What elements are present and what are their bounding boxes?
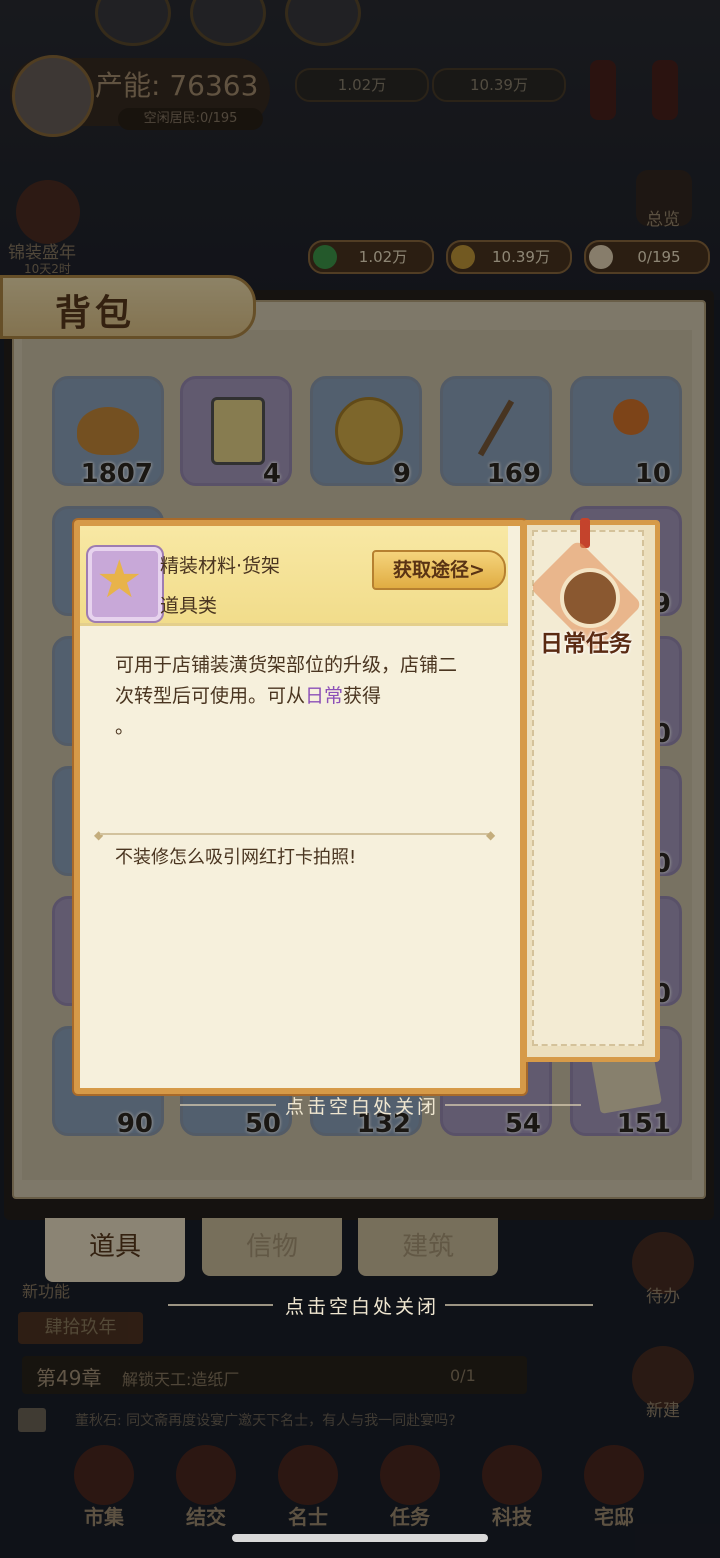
desc-source-link[interactable]: 日常 <box>305 685 343 707</box>
hint-line <box>168 1304 273 1306</box>
divider-ornament: ◆ <box>486 828 496 842</box>
item-description: 可用于店铺装潢货架部位的升级，店铺二次转型后可使用。可从日常获得。 <box>115 650 475 743</box>
header-divider <box>80 623 508 626</box>
divider-ornament: ◆ <box>94 828 104 842</box>
home-indicator[interactable] <box>232 1534 488 1542</box>
hint-line <box>445 1104 581 1106</box>
desc-text: 可用于店铺装潢货架部位的升级，店铺二次转型后可使用。可从 <box>115 654 458 707</box>
item-category: 道具类 <box>160 595 218 617</box>
scroll-icon <box>560 568 620 628</box>
hint-line <box>445 1304 593 1306</box>
flavor-divider <box>100 833 490 835</box>
close-hint-outer: 点击空白处关闭 <box>285 1296 440 1318</box>
close-hint: 点击空白处关闭 <box>285 1096 440 1118</box>
desc-text: 。 <box>115 716 135 738</box>
star-icon: ★ <box>96 550 143 610</box>
item-name: 精装材料·货架 <box>160 555 281 577</box>
acquire-route-button[interactable]: 获取途径> <box>372 550 506 590</box>
flavor-text: 不装修怎么吸引网红打卡拍照! <box>115 847 357 868</box>
hint-line <box>180 1104 276 1106</box>
daily-task-source[interactable]: 日常任务 <box>532 624 640 658</box>
desc-text: 获得 <box>343 685 382 707</box>
